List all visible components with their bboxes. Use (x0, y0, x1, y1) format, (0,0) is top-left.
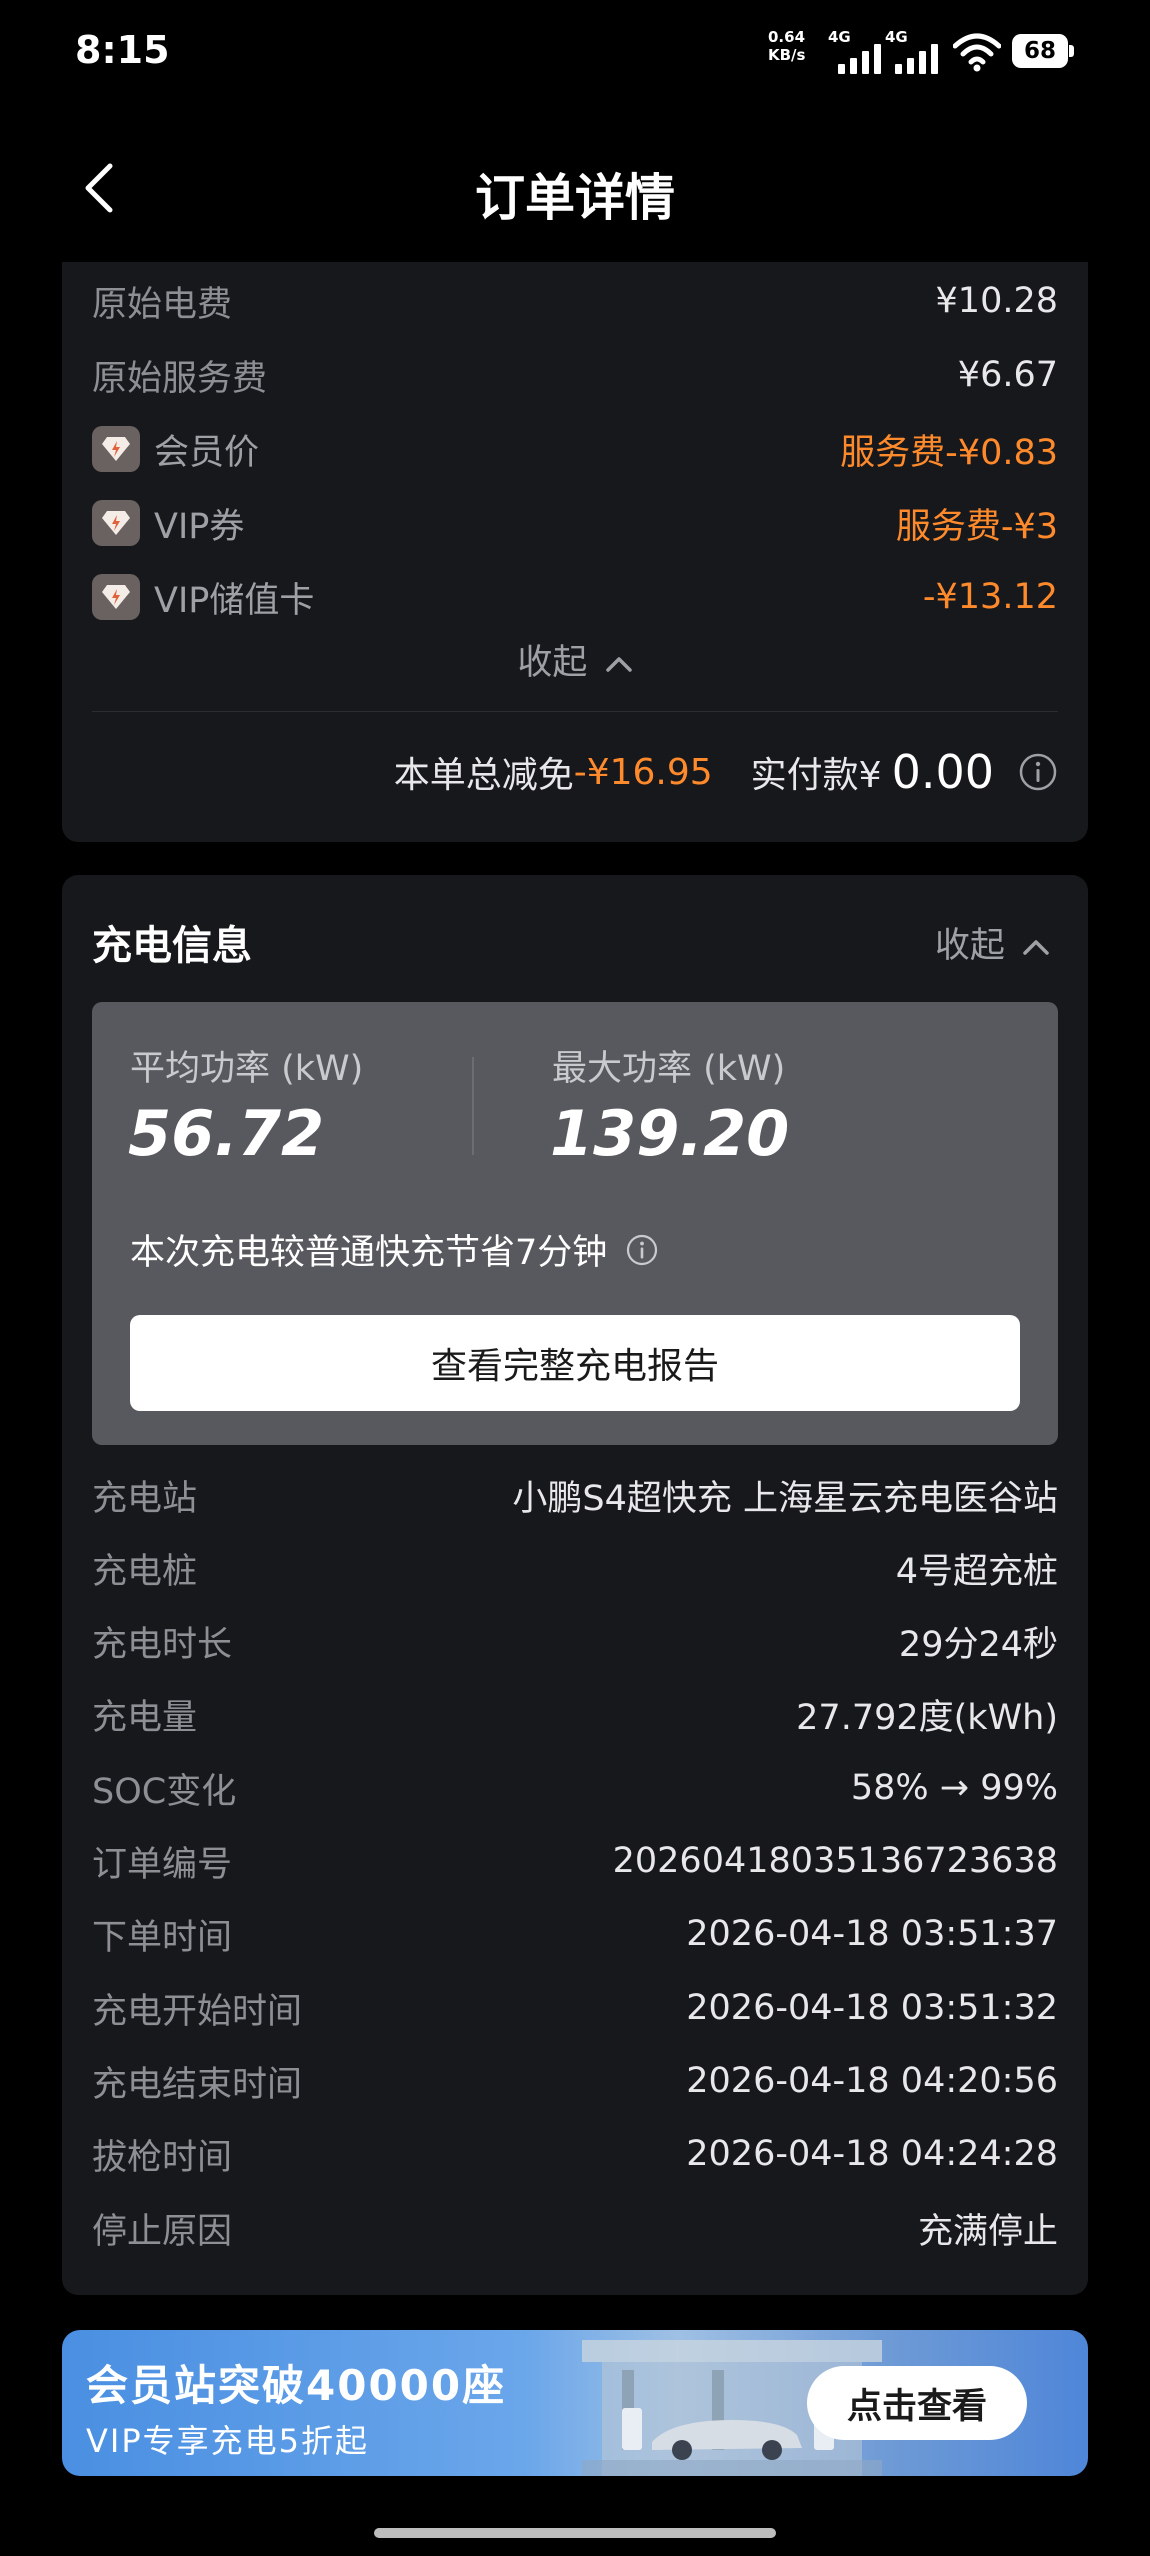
price-row-label: 原始电费 (92, 284, 233, 325)
price-row-value: -¥13.12 (922, 577, 1058, 617)
net-speed: 0.64 KB/s (768, 28, 832, 64)
detail-row: 拔枪时间 2026-04-18 04:24:28 (92, 2129, 1058, 2179)
detail-row: SOC变化 58% → 99% (92, 1763, 1058, 1813)
detail-row: 订单编号 20260418035136723638 (92, 1836, 1058, 1886)
price-row-label: 会员价 (154, 432, 260, 473)
page-title: 订单详情 (475, 169, 675, 227)
battery-level: 68 (1012, 34, 1068, 68)
detail-value: 2026-04-18 03:51:32 (686, 1988, 1058, 2028)
total-discount-value: -¥16.95 (573, 751, 713, 793)
price-row-value: 服务费-¥3 (895, 506, 1058, 547)
status-time: 8:15 (75, 28, 170, 72)
detail-label: 充电站 (92, 1478, 198, 1519)
price-row-value: ¥6.67 (957, 355, 1058, 395)
max-power-value: 139.20 (550, 1097, 790, 1170)
membership-banner[interactable]: 会员站突破40000座 VIP专享充电5折起 点击查看 (62, 2330, 1088, 2476)
chevron-up-icon (605, 657, 632, 672)
status-bar: 8:15 0.64 KB/s 4G 4G 68 (0, 0, 1150, 110)
home-indicator[interactable] (374, 2528, 776, 2538)
detail-value: 4号超充桩 (895, 1551, 1058, 1592)
detail-value: 2026-04-18 03:51:37 (686, 1914, 1058, 1954)
detail-value: 小鹏S4超快充 上海星云充电医谷站 (512, 1478, 1058, 1519)
price-collapse-button[interactable]: 收起 (62, 634, 1088, 685)
detail-label: 拔枪时间 (92, 2137, 233, 2178)
battery-icon: 68 (1012, 34, 1074, 68)
detail-row: 充电结束时间 2026-04-18 04:20:56 (92, 2056, 1058, 2106)
price-row: VIP券 服务费-¥3 (92, 498, 1058, 548)
view-banner-button[interactable]: 点击查看 (807, 2366, 1027, 2440)
total-summary: 本单总减免 -¥16.95 实付款¥ 0.00 (394, 742, 1058, 802)
detail-value: 29分24秒 (898, 1624, 1058, 1665)
price-row: VIP储值卡 -¥13.12 (92, 572, 1058, 622)
price-row-label: 原始服务费 (92, 358, 268, 399)
charge-collapse-button[interactable]: 收起 (935, 917, 1050, 968)
detail-label: SOC变化 (92, 1771, 237, 1812)
avg-power-label: 平均功率 (kW) (130, 1049, 364, 1089)
price-row-label: VIP储值卡 (154, 580, 315, 621)
price-card: 原始电费 ¥10.28 原始服务费 ¥6.67 会员价 服务费-¥0.83 VI… (62, 262, 1088, 842)
banner-title: 会员站突破40000座 (86, 2361, 507, 2410)
detail-label: 充电时长 (92, 1624, 233, 1665)
max-power-label: 最大功率 (kW) (552, 1049, 786, 1089)
detail-label: 充电开始时间 (92, 1991, 303, 2032)
price-row: 原始电费 ¥10.28 (92, 276, 1058, 326)
price-row: 原始服务费 ¥6.67 (92, 350, 1058, 400)
price-row-value: 服务费-¥0.83 (840, 432, 1058, 473)
detail-row: 充电桩 4号超充桩 (92, 1543, 1058, 1593)
detail-value: 58% → 99% (850, 1768, 1058, 1808)
total-discount-label: 本单总减免 (393, 755, 574, 796)
section-title: 充电信息 (92, 923, 252, 969)
divider (92, 711, 1058, 712)
detail-value: 充满停止 (917, 2211, 1058, 2252)
info-icon[interactable] (625, 1233, 659, 1267)
wifi-icon (953, 33, 1001, 72)
detail-row: 下单时间 2026-04-18 03:51:37 (92, 1909, 1058, 1959)
net-speed-unit: KB/s (768, 46, 806, 64)
time-saved-note: 本次充电较普通快充节省7分钟 (130, 1224, 659, 1275)
vip-diamond-icon (92, 426, 140, 472)
power-separator (472, 1057, 474, 1155)
chevron-up-icon (1023, 940, 1049, 955)
detail-label: 充电量 (92, 1697, 198, 1738)
price-row-value: ¥10.28 (935, 281, 1058, 321)
collapse-label: 收起 (517, 643, 588, 683)
detail-value: 2026-04-18 04:24:28 (686, 2134, 1058, 2174)
collapse-label: 收起 (934, 926, 1005, 966)
banner-subtitle: VIP专享充电5折起 (86, 2422, 369, 2460)
view-report-button[interactable]: 查看完整充电报告 (130, 1315, 1020, 1411)
detail-label: 充电结束时间 (92, 2064, 303, 2105)
detail-label: 充电桩 (92, 1551, 198, 1592)
price-row: 会员价 服务费-¥0.83 (92, 424, 1058, 474)
power-panel: 平均功率 (kW) 56.72 最大功率 (kW) 139.20 本次充电较普通… (92, 1002, 1058, 1445)
detail-value: 27.792度(kWh) (796, 1697, 1058, 1738)
net-speed-value: 0.64 (768, 28, 806, 46)
vip-diamond-icon (92, 574, 140, 620)
detail-value: 2026-04-18 04:20:56 (686, 2061, 1058, 2101)
detail-row: 充电量 27.792度(kWh) (92, 1689, 1058, 1739)
time-saved-text: 本次充电较普通快充节省7分钟 (130, 1233, 608, 1273)
signal-icon-2: 4G (885, 28, 943, 74)
signal-icon: 4G (828, 28, 886, 74)
detail-row: 充电站 小鹏S4超快充 上海星云充电医谷站 (92, 1470, 1058, 1520)
detail-row: 充电开始时间 2026-04-18 03:51:32 (92, 1983, 1058, 2033)
info-icon[interactable] (1018, 752, 1058, 792)
detail-row: 停止原因 充满停止 (92, 2203, 1058, 2253)
detail-label: 停止原因 (92, 2211, 233, 2252)
detail-value: 20260418035136723638 (612, 1841, 1058, 1881)
vip-diamond-icon (92, 500, 140, 546)
detail-row: 充电时长 29分24秒 (92, 1616, 1058, 1666)
detail-label: 订单编号 (92, 1844, 233, 1885)
price-row-label: VIP券 (154, 506, 245, 547)
charge-info-card: 充电信息 收起 平均功率 (kW) 56.72 最大功率 (kW) 139.20… (62, 875, 1088, 2295)
avg-power-value: 56.72 (128, 1097, 325, 1170)
paid-label: 实付款¥ (750, 755, 882, 796)
paid-amount: 0.00 (891, 745, 994, 799)
detail-label: 下单时间 (92, 1917, 233, 1958)
